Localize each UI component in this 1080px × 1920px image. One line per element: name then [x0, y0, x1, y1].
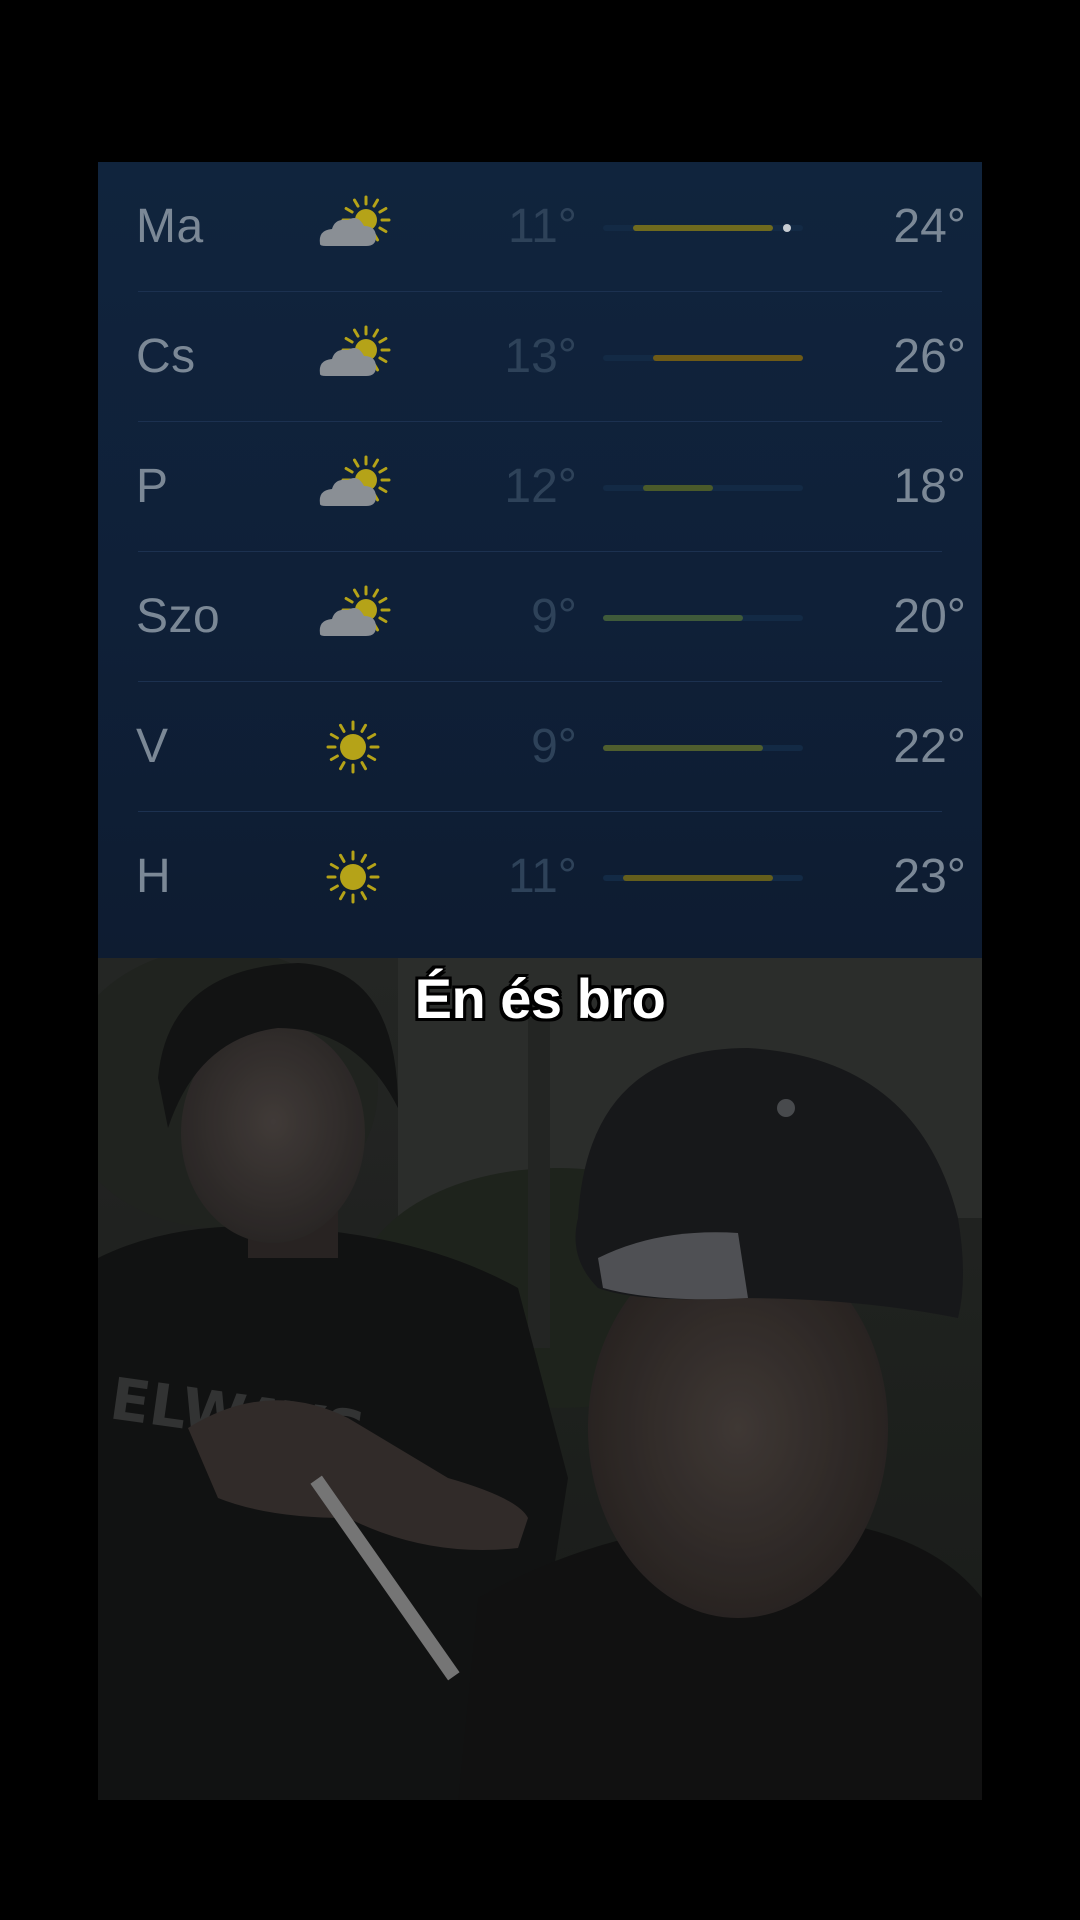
forecast-day-label: P	[136, 460, 169, 513]
sun-icon	[308, 842, 398, 912]
forecast-low-temp: 9°	[531, 590, 577, 643]
partly-cloudy-icon	[308, 322, 398, 392]
forecast-day-label: Cs	[136, 330, 196, 383]
forecast-high-temp: 23°	[893, 850, 966, 903]
forecast-row: P 12° 18°	[98, 422, 982, 552]
forecast-low-temp: 13°	[504, 330, 577, 383]
forecast-row: V 9° 22°	[98, 682, 982, 812]
partly-cloudy-icon	[308, 452, 398, 522]
forecast-low-temp: 9°	[531, 720, 577, 773]
temperature-range-track	[603, 875, 803, 881]
temperature-range-bar	[603, 615, 743, 621]
temperature-range-track	[603, 745, 803, 751]
forecast-high-temp: 22°	[893, 720, 966, 773]
temperature-range-bar	[603, 745, 763, 751]
caption-text: Én és bro	[414, 967, 666, 1030]
partly-cloudy-icon	[308, 192, 398, 262]
partly-cloudy-icon	[308, 582, 398, 652]
forecast-low-temp: 12°	[504, 460, 577, 513]
temperature-range-bar	[643, 485, 713, 491]
photo: ELWAYS	[98, 958, 982, 1800]
temperature-range-track	[603, 485, 803, 491]
temperature-range-bar	[633, 225, 773, 231]
forecast-high-temp: 24°	[893, 200, 966, 253]
forecast-day-label: Ma	[136, 200, 204, 253]
forecast-row: Cs 13° 26°	[98, 292, 982, 422]
forecast-row: Ma 11° 24°	[98, 162, 982, 292]
temperature-range-track	[603, 355, 803, 361]
forecast-row: H 11° 23°	[98, 812, 982, 942]
forecast-day-label: V	[136, 720, 169, 773]
temperature-range-bar	[623, 875, 773, 881]
current-temp-dot	[783, 224, 791, 232]
forecast-high-temp: 26°	[893, 330, 966, 383]
temperature-range-track	[603, 615, 803, 621]
forecast-day-label: Szo	[136, 590, 221, 643]
story-frame: Ma 11° 24° Cs 13° 26° P 12° 18° Szo 9° 20° V 9° 22° H 11…	[0, 0, 1080, 1920]
forecast-high-temp: 18°	[893, 460, 966, 513]
temperature-range-track	[603, 224, 803, 232]
sun-icon	[308, 712, 398, 782]
forecast-low-temp: 11°	[507, 850, 577, 903]
forecast-low-temp: 11°	[507, 200, 577, 253]
temperature-range-bar	[653, 355, 803, 361]
forecast-row: Szo 9° 20°	[98, 552, 982, 682]
weather-forecast-panel: Ma 11° 24° Cs 13° 26° P 12° 18° Szo 9° 20° V 9° 22° H 11…	[98, 162, 982, 958]
forecast-day-label: H	[136, 850, 172, 903]
forecast-high-temp: 20°	[893, 590, 966, 643]
